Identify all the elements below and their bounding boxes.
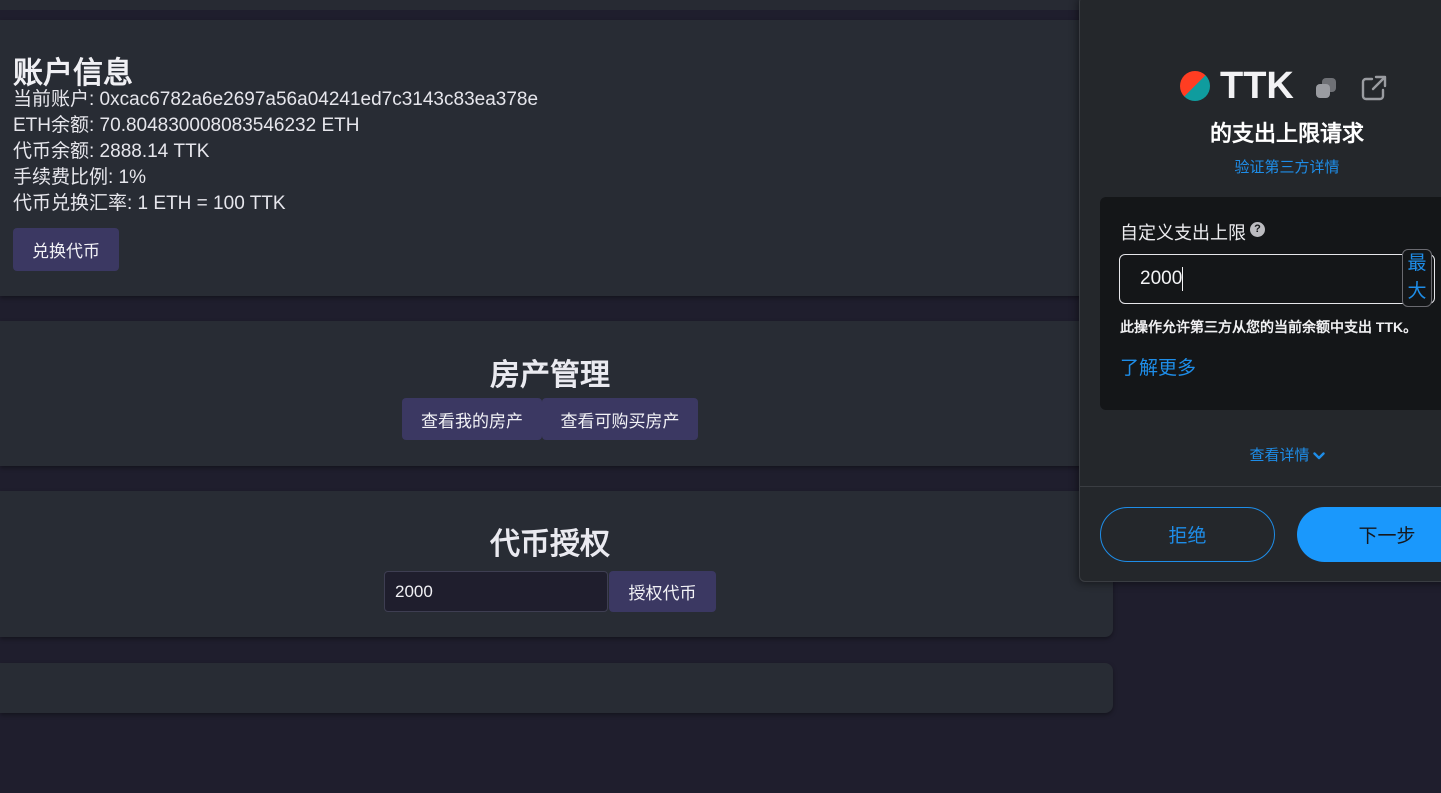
learn-more-link[interactable]: 了解更多 [1120,353,1196,380]
property-management-card: 房产管理 查看我的房产 查看可购买房产 [0,321,1113,466]
reject-button[interactable]: 拒绝 [1100,507,1275,562]
property-management-title: 房产管理 [490,359,610,392]
max-button[interactable]: 最大 [1402,249,1432,307]
token-approve-card: 代币授权 授权代币 [0,491,1113,637]
next-button[interactable]: 下一步 [1297,507,1441,562]
spending-cap-title: 的支出上限请求 [1209,121,1364,146]
approve-token-button[interactable]: 授权代币 [609,571,716,612]
view-my-property-button[interactable]: 查看我的房产 [402,398,542,440]
external-link-icon[interactable] [1360,74,1388,102]
account-info-title: 账户信息 [13,57,133,90]
account-details: 当前账户: 0xcac6782a6e2697a56a04241ed7c3143c… [13,87,538,217]
verify-third-party-link[interactable]: 验证第三方详情 [1080,156,1441,177]
spending-limit-field[interactable] [1119,254,1435,304]
footer-divider [1080,486,1441,487]
custom-limit-label: 自定义支出上限 [1120,223,1246,243]
account-info-card: 账户信息 当前账户: 0xcac6782a6e2697a56a04241ed7c… [0,20,1113,296]
exchange-token-button[interactable]: 兑换代币 [13,228,119,271]
token-balance-text: 代币余额: 2888.14 TTK [13,141,210,162]
approve-amount-input[interactable] [384,571,608,612]
spending-limit-input[interactable] [1140,267,1340,291]
page: 账户信息 当前账户: 0xcac6782a6e2697a56a04241ed7c… [0,0,1441,793]
exchange-rate-text: 代币兑换汇率: 1 ETH = 100 TTK [13,193,286,214]
view-details-link[interactable]: 查看详情 [1080,444,1441,465]
wallet-spending-cap-popup: TTK 的支出上限请求 验证第三方详情 自定义支出上限 ? 最大 此操作允许第三… [1079,0,1441,582]
custom-limit-panel: 自定义支出上限 ? 最大 此操作允许第三方从您的当前余额中支出 TTK。 了解更… [1100,197,1441,410]
help-icon[interactable]: ? [1250,222,1265,237]
view-buyable-property-button[interactable]: 查看可购买房产 [542,398,698,440]
token-header: TTK [1180,65,1387,109]
chevron-down-icon [1312,452,1325,460]
copy-icon[interactable] [1313,75,1339,101]
previous-card-edge [0,0,1113,10]
spending-description: 此操作允许第三方从您的当前余额中支出 TTK。 [1120,319,1418,335]
token-logo-icon [1180,71,1210,101]
view-details-label: 查看详情 [1249,447,1310,464]
token-approve-title: 代币授权 [490,528,610,561]
current-account-text: 当前账户: 0xcac6782a6e2697a56a04241ed7c3143c… [13,89,539,110]
fee-ratio-text: 手续费比例: 1% [13,167,147,188]
eth-balance-text: ETH余额: 70.804830008083546232 ETH [13,115,360,136]
empty-card [0,663,1113,713]
text-caret [1182,267,1183,291]
token-symbol: TTK [1220,65,1294,107]
